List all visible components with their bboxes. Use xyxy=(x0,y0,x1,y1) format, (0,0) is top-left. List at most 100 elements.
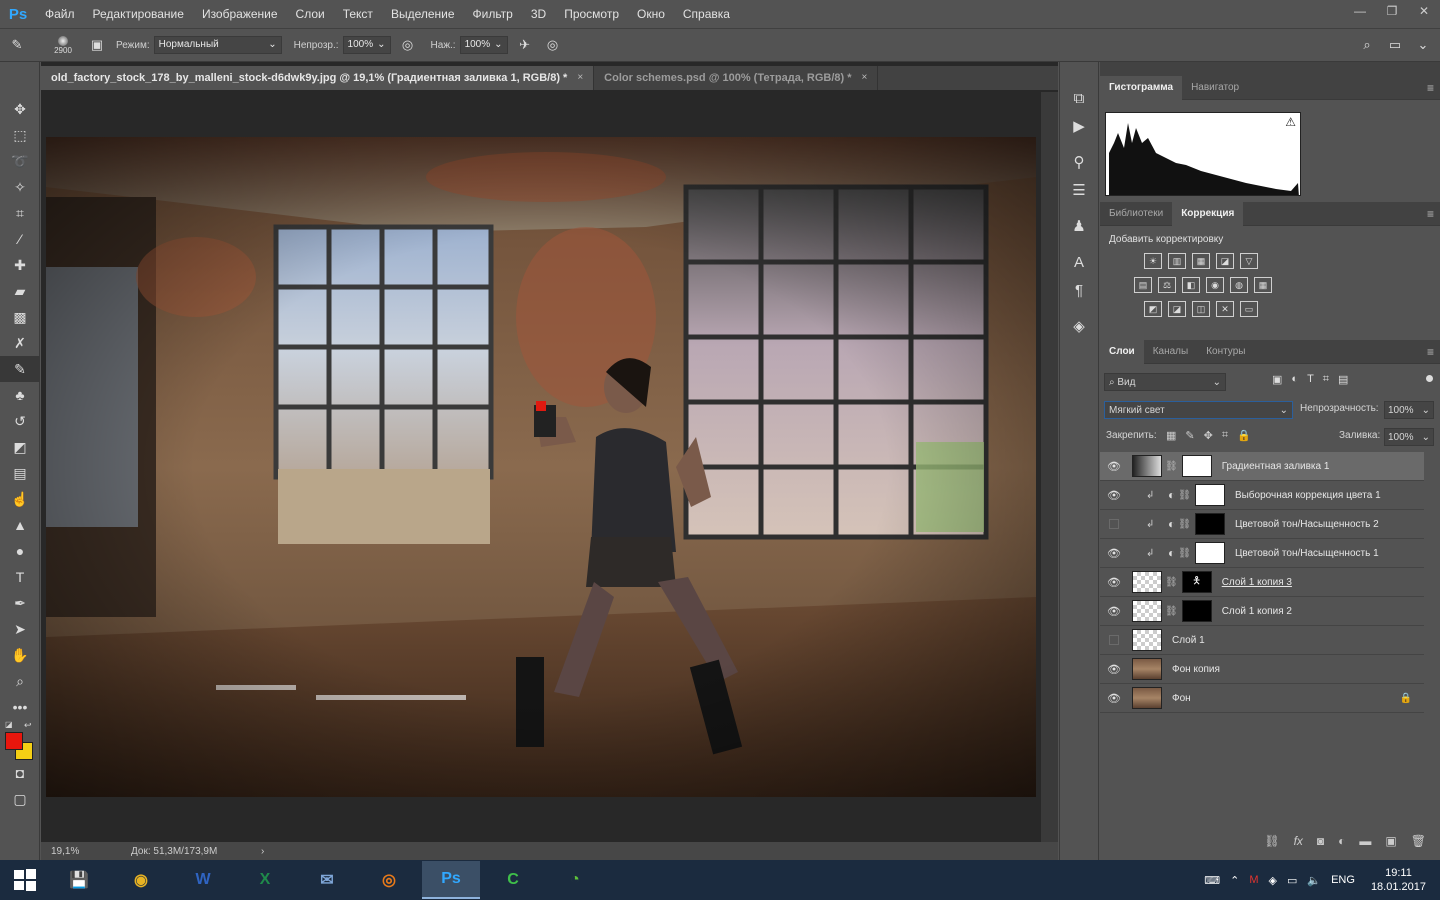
quick-mask-icon[interactable]: ◘ xyxy=(0,760,40,786)
status-menu-arrow[interactable]: › xyxy=(261,846,264,857)
foreground-color-swatch[interactable] xyxy=(5,732,23,750)
brush-tool-icon[interactable]: ✎ xyxy=(6,34,28,56)
eye-icon[interactable]: 👁 xyxy=(1100,692,1128,705)
tab-channels[interactable]: Каналы xyxy=(1144,340,1198,364)
default-colors-icon[interactable]: ◪ xyxy=(5,720,13,729)
layer-row[interactable]: 👁 ⛓ 🯅 Слой 1 копия 3 xyxy=(1100,568,1424,597)
canvas-image[interactable] xyxy=(46,137,1036,797)
path-select-tool-icon[interactable]: ➤ xyxy=(0,616,40,642)
character-icon[interactable]: A xyxy=(1060,248,1098,276)
layer-name[interactable]: Фон xyxy=(1172,693,1191,704)
workspace-icon[interactable]: ▭ xyxy=(1384,34,1406,56)
menu-view[interactable]: Просмотр xyxy=(555,0,628,28)
layer-name[interactable]: Фон копия xyxy=(1172,664,1220,675)
adjustment-filter-icon[interactable]: ◐ xyxy=(1291,373,1298,386)
taskbar-excel-icon[interactable]: X xyxy=(236,861,294,899)
mask-thumbnail[interactable] xyxy=(1194,513,1225,535)
taskbar-chrome-icon[interactable]: ◉ xyxy=(112,861,170,899)
posterize-icon[interactable]: ◪ xyxy=(1168,301,1186,317)
layer-name[interactable]: Градиентная заливка 1 xyxy=(1222,461,1330,472)
pressure-opacity-icon[interactable]: ◎ xyxy=(397,34,419,56)
tab-histogram[interactable]: Гистограмма xyxy=(1100,75,1183,100)
close-icon[interactable]: × xyxy=(577,66,583,90)
quick-select-tool-icon[interactable]: ✧ xyxy=(0,174,40,200)
new-layer-icon[interactable]: ▣ xyxy=(1385,834,1396,856)
hand-tool-icon[interactable]: ✋ xyxy=(0,642,40,668)
panel-menu-icon[interactable]: ≡ xyxy=(1427,345,1434,359)
sharpen-tool-icon[interactable]: ▲ xyxy=(0,512,40,538)
mask-thumbnail[interactable] xyxy=(1181,455,1212,477)
more-tools-icon[interactable]: ••• xyxy=(0,694,40,720)
panel-menu-icon[interactable]: ≡ xyxy=(1427,81,1434,95)
threshold-icon[interactable]: ◫ xyxy=(1192,301,1210,317)
marquee-tool-icon[interactable]: ⬚ xyxy=(0,122,40,148)
link-icon[interactable]: ⛓ xyxy=(1165,606,1178,617)
blend-mode-select[interactable]: Мягкий свет ⌄ xyxy=(1104,401,1293,419)
properties-icon[interactable]: ☰ xyxy=(1060,176,1098,204)
network-icon[interactable]: ▭ xyxy=(1287,874,1297,887)
menu-edit[interactable]: Редактирование xyxy=(84,0,193,28)
taskbar-word-icon[interactable]: W xyxy=(174,861,232,899)
taskbar-camtasia-icon[interactable]: C xyxy=(484,861,542,899)
layer-row[interactable]: 👁 Фон 🔒 xyxy=(1100,684,1424,713)
hue-saturation-icon[interactable]: ▤ xyxy=(1134,277,1152,293)
menu-select[interactable]: Выделение xyxy=(382,0,464,28)
healing-tool-icon[interactable]: ✚ xyxy=(0,252,40,278)
menu-help[interactable]: Справка xyxy=(674,0,739,28)
new-group-icon[interactable]: ▬ xyxy=(1359,834,1371,856)
warning-icon[interactable]: ⚠ xyxy=(1285,115,1296,129)
exposure-icon[interactable]: ◪ xyxy=(1216,253,1234,269)
layer-row[interactable]: 👁 ⛓ Градиентная заливка 1 xyxy=(1100,452,1424,481)
link-layers-icon[interactable]: ⛓ xyxy=(1264,834,1279,856)
taskbar-save-icon[interactable]: 💾 xyxy=(50,861,108,899)
layer-row[interactable]: ↲ ◐ ⛓ Цветовой тон/Насыщенность 2 xyxy=(1100,510,1424,539)
layer-row[interactable]: 👁 ↲ ◐ ⛓ Цветовой тон/Насыщенность 1 xyxy=(1100,539,1424,568)
chevron-up-icon[interactable]: ⌃ xyxy=(1230,874,1239,887)
tab-old-factory[interactable]: old_factory_stock_178_by_malleni_stock-d… xyxy=(41,66,595,90)
zoom-level[interactable]: 19,1% xyxy=(51,846,131,857)
airbrush-icon[interactable]: ✈ xyxy=(514,34,536,56)
link-icon[interactable]: ⛓ xyxy=(1178,490,1191,501)
layer-row[interactable]: Слой 1 xyxy=(1100,626,1424,655)
brush-settings-icon[interactable]: ⚲ xyxy=(1060,148,1098,176)
keyboard-icon[interactable]: ⌨ xyxy=(1204,874,1220,887)
eye-icon[interactable]: 👁 xyxy=(1100,460,1128,473)
zoom-tool-icon[interactable]: ⌕ xyxy=(0,668,40,694)
mask-thumbnail[interactable] xyxy=(1194,484,1225,506)
screen-mode-icon[interactable]: ▢ xyxy=(0,786,40,812)
filter-toggle[interactable] xyxy=(1426,375,1433,382)
volume-icon[interactable]: 🔈 xyxy=(1307,874,1321,887)
menu-type[interactable]: Текст xyxy=(334,0,382,28)
trash-icon[interactable]: 🗑 xyxy=(1411,834,1426,856)
lock-image-icon[interactable]: ✎ xyxy=(1185,429,1194,442)
link-icon[interactable]: ⛓ xyxy=(1178,519,1191,530)
layer-name[interactable]: Цветовой тон/Насыщенность 2 xyxy=(1235,519,1379,530)
layer-opacity-field[interactable]: 100% ⌄ xyxy=(1384,401,1434,419)
clone-source-icon[interactable]: ♟ xyxy=(1060,212,1098,240)
tab-adjustments[interactable]: Коррекция xyxy=(1172,201,1244,226)
invert-icon[interactable]: ◩ xyxy=(1144,301,1162,317)
layer-row[interactable]: 👁 ↲ ◐ ⛓ Выборочная коррекция цвета 1 xyxy=(1100,481,1424,510)
type-tool-icon[interactable]: T xyxy=(0,564,40,590)
vibrance-icon[interactable]: ▽ xyxy=(1240,253,1258,269)
lock-position-icon[interactable]: ✥ xyxy=(1204,429,1213,442)
lock-all-icon[interactable]: 🔒 xyxy=(1237,429,1251,442)
fill-field[interactable]: 100% ⌄ xyxy=(1384,428,1434,446)
vertical-scrollbar[interactable] xyxy=(1041,92,1058,842)
type-filter-icon[interactable]: T xyxy=(1307,373,1314,386)
layer-name[interactable]: Слой 1 копия 3 xyxy=(1222,577,1292,588)
add-mask-icon[interactable]: ◙ xyxy=(1317,834,1324,856)
minimize-button[interactable]: — xyxy=(1344,0,1376,22)
pressure-size-icon[interactable]: ◎ xyxy=(542,34,564,56)
brush-panel-toggle-icon[interactable]: ▣ xyxy=(86,34,108,56)
layer-filter-select[interactable]: ⌕ Вид ⌄ xyxy=(1104,373,1226,391)
tab-layers[interactable]: Слои xyxy=(1100,339,1144,364)
pen-tool-icon[interactable]: ✒ xyxy=(0,590,40,616)
mask-thumbnail[interactable]: 🯅 xyxy=(1181,571,1212,593)
menu-3d[interactable]: 3D xyxy=(522,0,555,28)
black-white-icon[interactable]: ◧ xyxy=(1182,277,1200,293)
gradient-map-icon[interactable]: ▭ xyxy=(1240,301,1258,317)
layer-name[interactable]: Слой 1 копия 2 xyxy=(1222,606,1292,617)
lock-artboard-icon[interactable]: ⌗ xyxy=(1222,429,1228,442)
smudge-tool-icon[interactable]: ☝ xyxy=(0,486,40,512)
